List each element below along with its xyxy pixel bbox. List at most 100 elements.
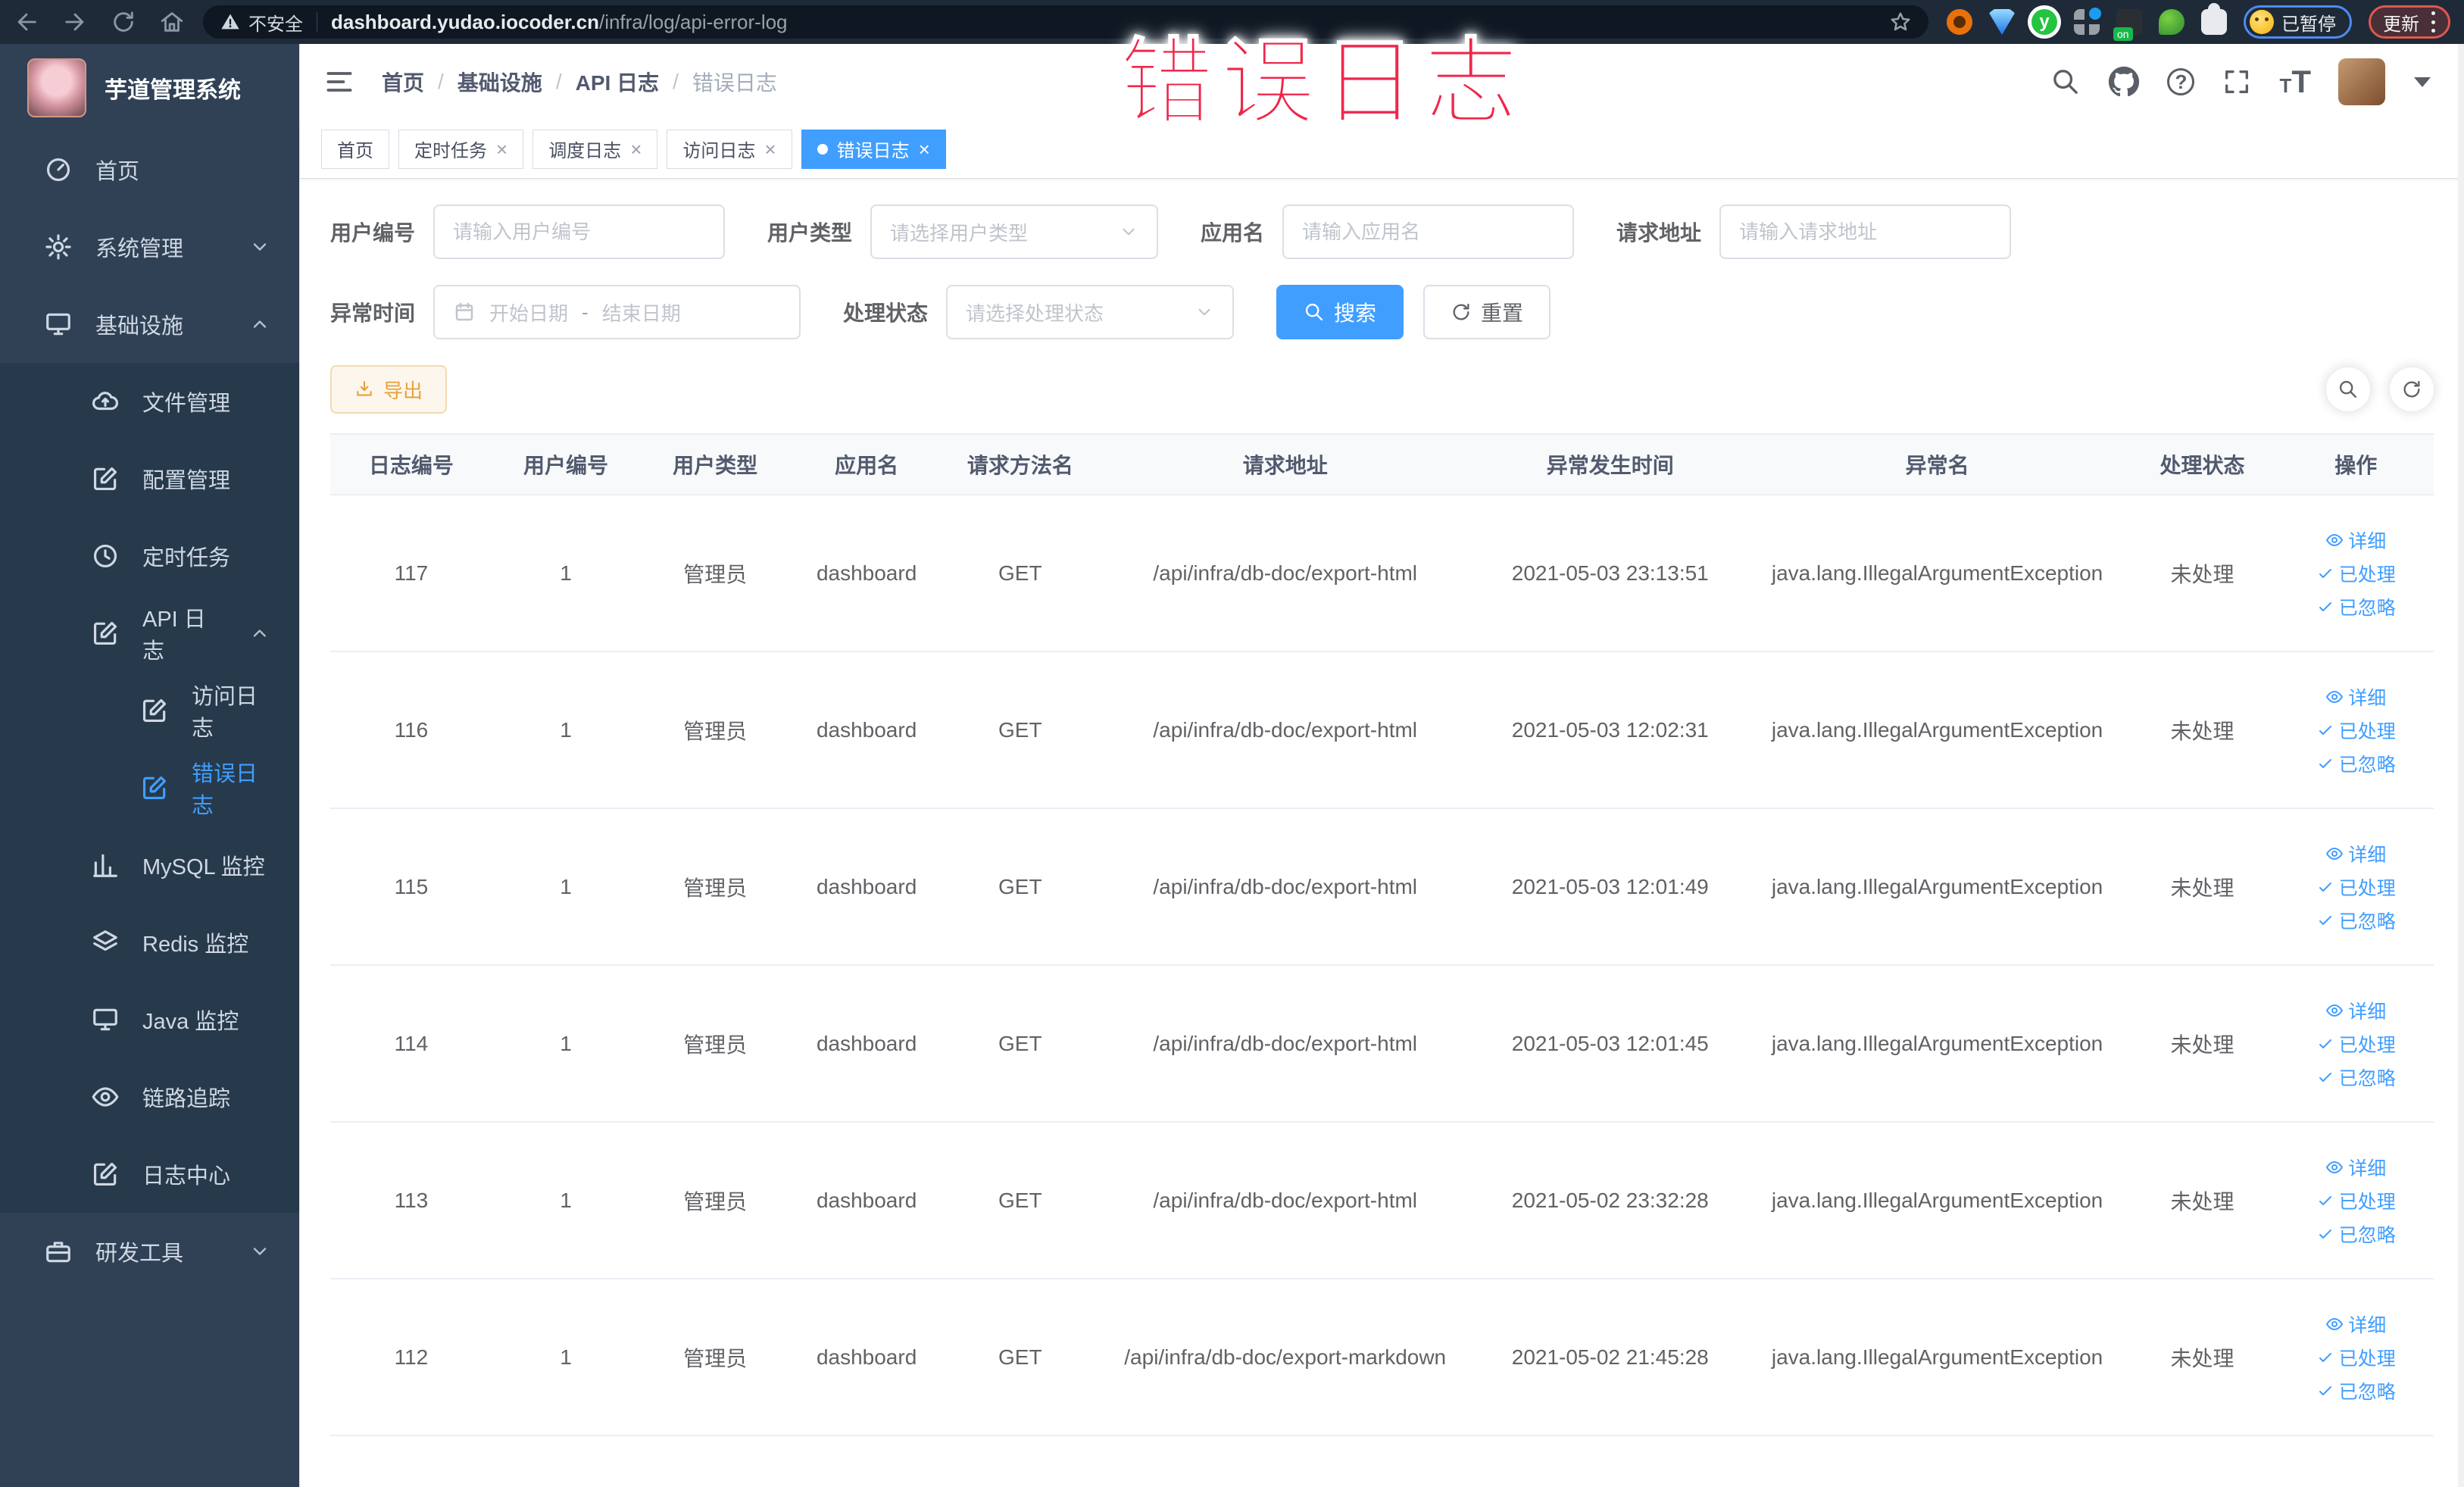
user-id-input[interactable]: [433, 205, 726, 259]
check-icon: [2316, 1382, 2334, 1400]
tab-access-log[interactable]: 访问日志 ×: [667, 129, 792, 169]
sidebar-item-mysql-monitor[interactable]: MySQL 监控: [0, 826, 299, 904]
breadcrumb-infra[interactable]: 基础设施: [458, 67, 542, 97]
avatar-caret-down-icon[interactable]: [2414, 77, 2431, 87]
extension-icon-green-y[interactable]: y: [2031, 9, 2057, 35]
process-status-select[interactable]: 请选择处理状态: [946, 285, 1235, 339]
breadcrumb-api-log[interactable]: API 日志: [576, 67, 659, 97]
detail-link[interactable]: 详细: [2325, 683, 2386, 711]
not-secure-label[interactable]: 不安全: [248, 9, 303, 36]
browser-reload-icon[interactable]: [111, 9, 136, 35]
font-size-icon[interactable]: TT: [2279, 64, 2311, 100]
refresh-table-button[interactable]: [2390, 367, 2434, 411]
sidebar-item-file-manage[interactable]: 文件管理: [0, 363, 299, 440]
breadcrumb-separator: /: [555, 70, 562, 93]
app-title: 芋道管理系统: [105, 77, 241, 103]
extension-icon-on-badge[interactable]: [2113, 9, 2142, 41]
detail-link[interactable]: 详细: [2325, 997, 2386, 1024]
mark-processed-link[interactable]: 已处理: [2316, 560, 2396, 587]
sidebar-item-scheduled-task[interactable]: 定时任务: [0, 517, 299, 595]
extension-icon-orange[interactable]: [1947, 9, 1972, 35]
sidebar-item-error-log[interactable]: 错误日志: [0, 749, 299, 826]
sidebar-item-config-manage[interactable]: 配置管理: [0, 440, 299, 517]
tags-view-bar: 首页 定时任务 × 调度日志 × 访问日志 × 错误日志 ×: [300, 120, 2464, 179]
sidebar-item-log-center[interactable]: 日志中心: [0, 1136, 299, 1213]
tab-error-log[interactable]: 错误日志 ×: [801, 129, 946, 169]
cell-user-id: 1: [492, 965, 640, 1123]
sidebar-item-infra[interactable]: 基础设施: [0, 286, 299, 363]
avatar[interactable]: [2338, 58, 2385, 105]
sidebar-toggle-icon[interactable]: [323, 65, 356, 98]
github-icon[interactable]: [2108, 66, 2140, 98]
tab-close-icon[interactable]: ×: [919, 139, 930, 159]
request-url-input[interactable]: [1719, 205, 2012, 259]
browser-back-icon[interactable]: [14, 9, 39, 35]
detail-link[interactable]: 详细: [2325, 526, 2386, 554]
check-icon: [2316, 911, 2334, 929]
detail-link[interactable]: 详细: [2325, 1310, 2386, 1338]
sidebar-item-label: 基础设施: [95, 314, 184, 339]
sidebar-item-java-monitor[interactable]: Java 监控: [0, 981, 299, 1058]
detail-link[interactable]: 详细: [2325, 840, 2386, 867]
mark-processed-link[interactable]: 已处理: [2316, 873, 2396, 901]
user-type-select[interactable]: 请选择用户类型: [870, 205, 1159, 259]
calendar-icon: [453, 301, 476, 323]
mark-ignored-link[interactable]: 已忽略: [2316, 1377, 2396, 1404]
browser-profile-chip[interactable]: 已暂停: [2244, 5, 2352, 39]
tab-close-icon[interactable]: ×: [630, 139, 642, 159]
search-icon[interactable]: [2050, 67, 2081, 97]
address-bar[interactable]: 不安全 dashboard.yudao.iocoder.cn/infra/log…: [203, 5, 1928, 39]
cell-user-type: 管理员: [639, 1122, 792, 1279]
cell-log-id: 113: [330, 1122, 492, 1279]
extensions-puzzle-icon[interactable]: [2201, 3, 2227, 35]
sidebar-item-api-log[interactable]: API 日志: [0, 595, 299, 672]
mark-ignored-link[interactable]: 已忽略: [2316, 750, 2396, 777]
browser-forward-icon[interactable]: [62, 9, 88, 35]
app-name-input[interactable]: [1282, 205, 1575, 259]
tab-close-icon[interactable]: ×: [764, 139, 776, 159]
help-icon[interactable]: ?: [2167, 68, 2195, 95]
browser-menu-icon[interactable]: [2431, 11, 2436, 33]
browser-home-icon[interactable]: [159, 9, 185, 35]
page-content: 用户编号 用户类型 请选择用户类型 应用名 请求地址: [300, 179, 2464, 1487]
bookmark-star-icon[interactable]: [1889, 11, 1912, 33]
not-secure-warning-icon[interactable]: [220, 11, 241, 33]
mark-ignored-link[interactable]: 已忽略: [2316, 1064, 2396, 1091]
eye-icon: [2325, 688, 2344, 706]
col-exception-time: 异常发生时间: [1472, 433, 1748, 495]
reset-button[interactable]: 重置: [1423, 285, 1551, 339]
tab-schedule-log[interactable]: 调度日志 ×: [532, 129, 658, 169]
mark-ignored-link[interactable]: 已忽略: [2316, 593, 2396, 620]
extension-icon-plant[interactable]: [2159, 9, 2184, 35]
detail-link[interactable]: 详细: [2325, 1154, 2386, 1181]
col-actions: 操作: [2278, 433, 2434, 495]
mark-processed-link[interactable]: 已处理: [2316, 1030, 2396, 1057]
sidebar-item-dev-tools[interactable]: 研发工具: [0, 1213, 299, 1290]
export-button[interactable]: 导出: [330, 365, 448, 414]
app-logo-row[interactable]: 芋道管理系统: [0, 44, 299, 131]
mark-ignored-link[interactable]: 已忽略: [2316, 1220, 2396, 1248]
sidebar-item-home[interactable]: 首页: [0, 131, 299, 208]
tab-home[interactable]: 首页: [321, 129, 389, 169]
hide-search-button[interactable]: [2326, 367, 2370, 411]
mark-processed-link[interactable]: 已处理: [2316, 717, 2396, 744]
sidebar-item-tracing[interactable]: 链路追踪: [0, 1058, 299, 1136]
mark-processed-link[interactable]: 已处理: [2316, 1344, 2396, 1371]
mark-ignored-link[interactable]: 已忽略: [2316, 907, 2396, 934]
fullscreen-icon[interactable]: [2222, 67, 2252, 97]
sidebar-item-access-log[interactable]: 访问日志: [0, 672, 299, 749]
search-button[interactable]: 搜索: [1276, 285, 1404, 339]
cell-exception: java.lang.IllegalArgumentException: [1747, 965, 2127, 1123]
sidebar-item-system[interactable]: 系统管理: [0, 208, 299, 286]
exception-time-range-picker[interactable]: 开始日期 - 结束日期: [433, 285, 801, 339]
tab-close-icon[interactable]: ×: [496, 139, 507, 159]
extension-icon-shield[interactable]: [1989, 9, 2015, 35]
browser-update-button[interactable]: 更新: [2369, 5, 2450, 39]
page-scrollbar[interactable]: [2458, 44, 2464, 1487]
sidebar-item-redis-monitor[interactable]: Redis 监控: [0, 904, 299, 981]
tab-scheduled-task[interactable]: 定时任务 ×: [398, 129, 524, 169]
extension-icon-grid[interactable]: [2074, 8, 2101, 35]
cell-url: /api/infra/db-doc/export-html: [1098, 965, 1472, 1123]
breadcrumb-home[interactable]: 首页: [382, 67, 424, 97]
mark-processed-link[interactable]: 已处理: [2316, 1187, 2396, 1214]
